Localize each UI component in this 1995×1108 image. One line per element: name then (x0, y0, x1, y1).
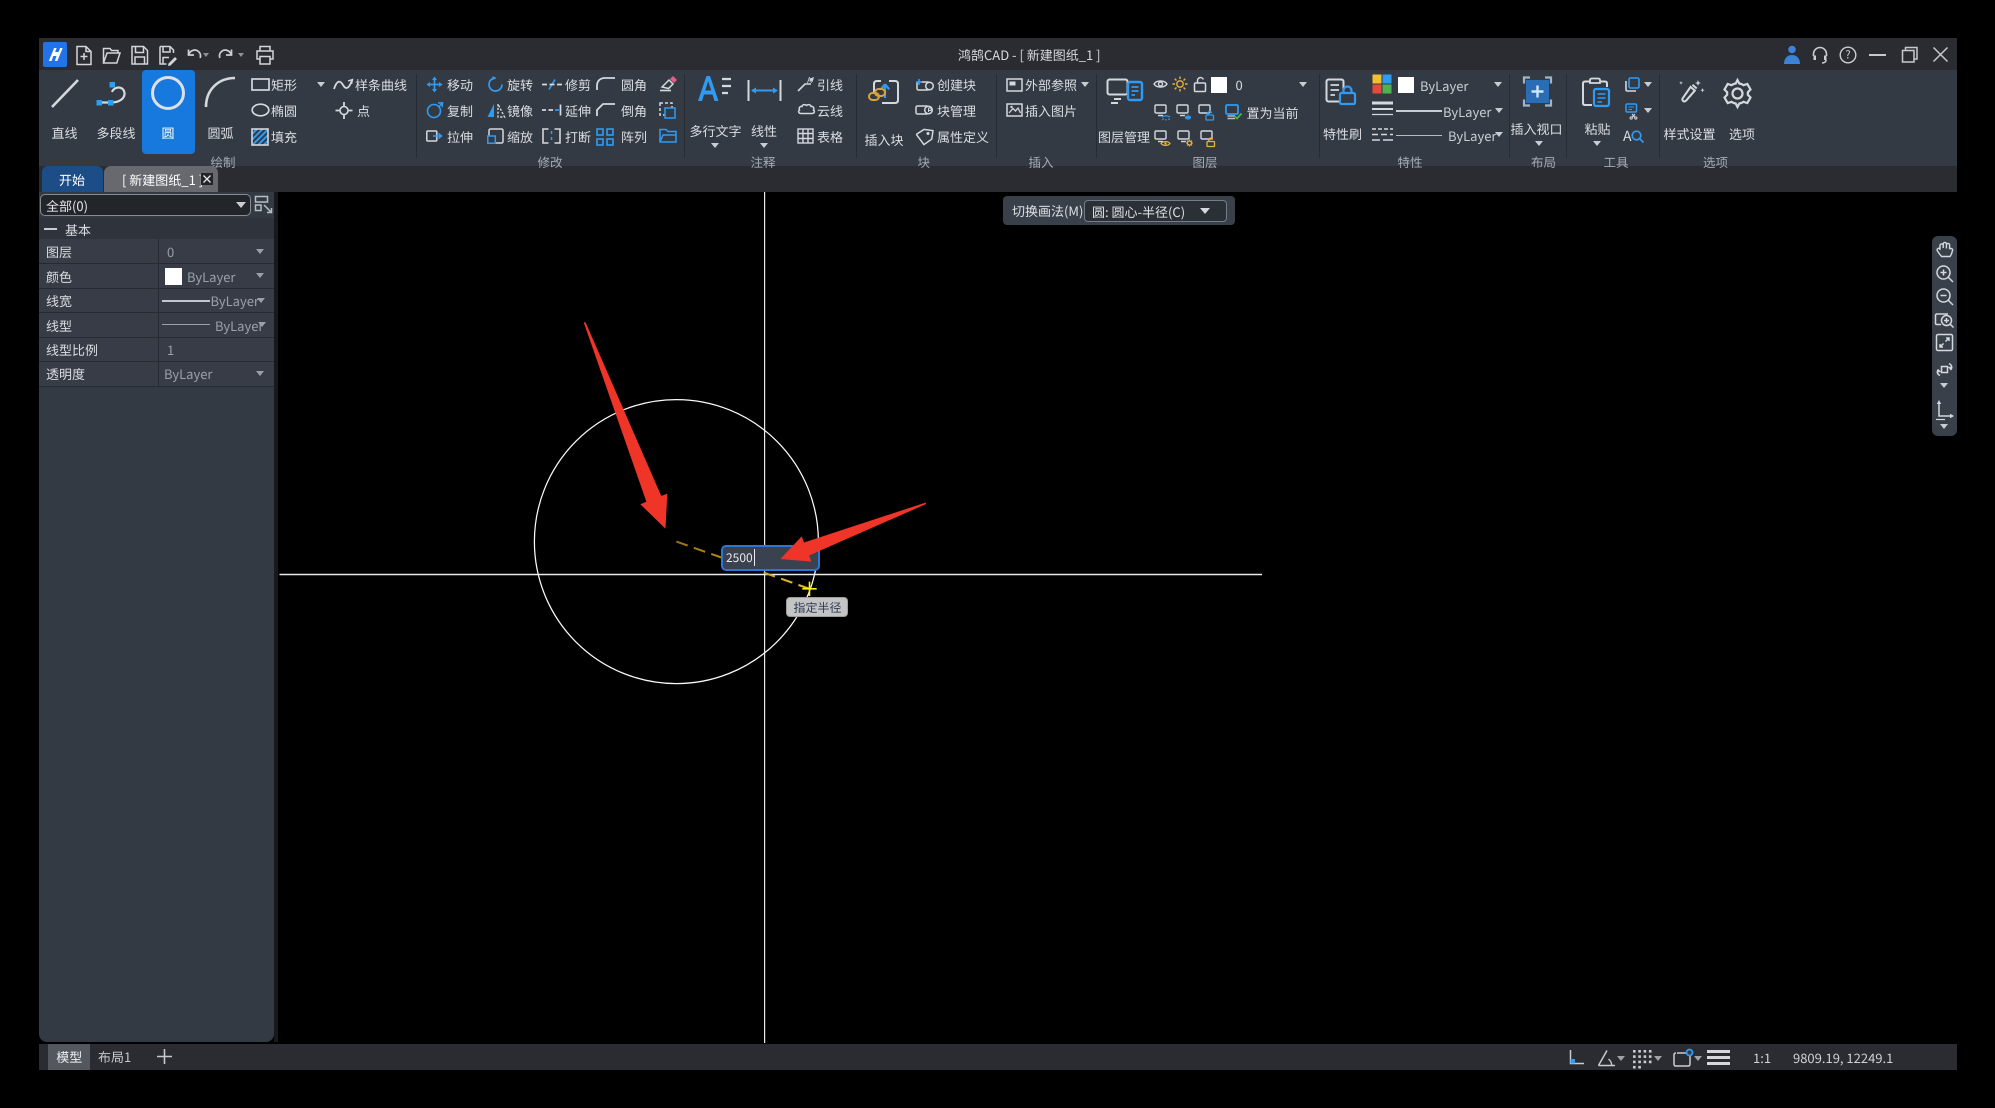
svg-text:?: ? (1845, 47, 1850, 63)
svg-text:A: A (807, 75, 812, 86)
